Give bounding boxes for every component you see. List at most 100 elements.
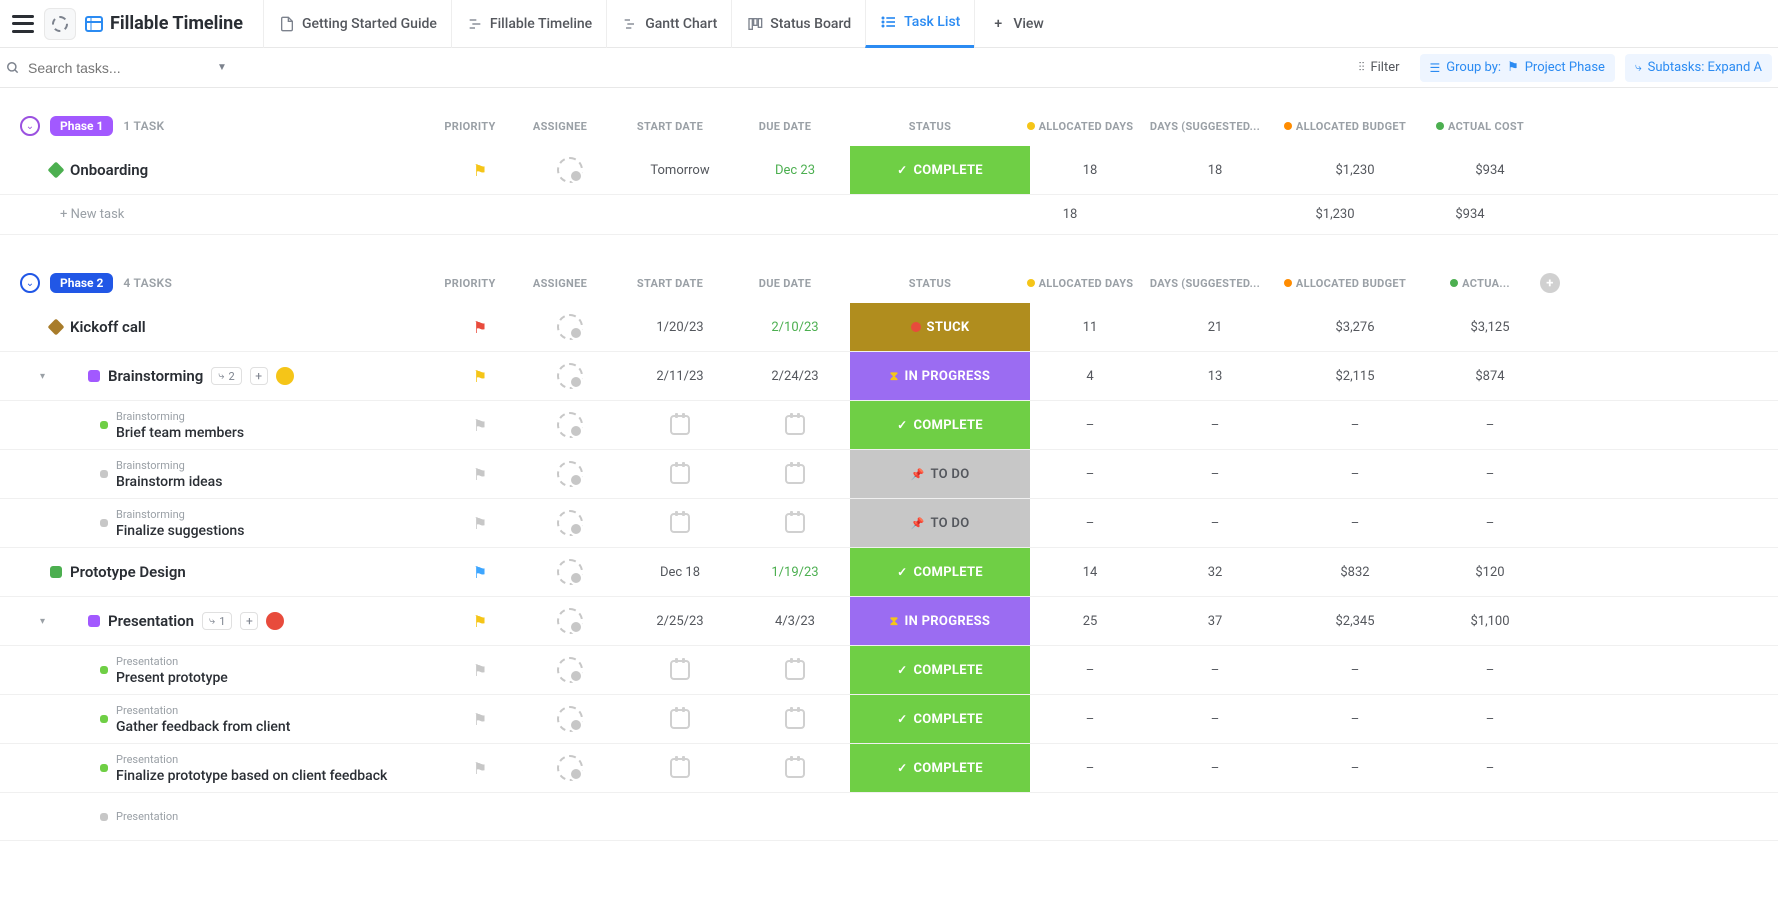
subtask-count-pill[interactable]: ⤷ 1 bbox=[202, 612, 232, 630]
collapse-group-button[interactable]: ⌄ bbox=[20, 116, 40, 136]
status-cell[interactable]: ⧗IN PROGRESS bbox=[850, 597, 1030, 645]
filter-button[interactable]: ⫶⫶ Filter bbox=[1348, 54, 1409, 82]
new-task-row[interactable]: + New task18$1,230$934 bbox=[0, 195, 1778, 235]
table-cell[interactable]: – bbox=[1430, 450, 1550, 498]
table-cell[interactable]: – bbox=[1280, 646, 1430, 694]
column-header[interactable]: STATUS bbox=[840, 277, 1020, 290]
table-cell[interactable] bbox=[520, 499, 620, 547]
status-cell[interactable]: ✓COMPLETE bbox=[850, 548, 1030, 596]
table-cell[interactable] bbox=[500, 207, 600, 222]
add-subtask-button[interactable]: + bbox=[240, 612, 258, 630]
table-cell[interactable]: 18 bbox=[1150, 146, 1280, 194]
column-header[interactable]: DUE DATE bbox=[730, 120, 840, 133]
priority-flag-icon[interactable]: ⚑ bbox=[473, 514, 487, 533]
view-tab[interactable]: Gantt Chart bbox=[606, 0, 731, 48]
table-cell[interactable] bbox=[520, 401, 620, 449]
table-cell[interactable] bbox=[520, 597, 620, 645]
date-empty-icon[interactable] bbox=[670, 660, 690, 680]
table-cell[interactable]: ⚑ bbox=[440, 146, 520, 194]
table-cell[interactable]: $2,345 bbox=[1280, 597, 1430, 645]
task-main[interactable]: BrainstormingBrainstorm ideas bbox=[20, 455, 440, 494]
table-cell[interactable] bbox=[1550, 548, 1570, 596]
search-input[interactable] bbox=[28, 60, 209, 76]
view-tab[interactable]: Fillable Timeline bbox=[451, 0, 606, 48]
table-cell[interactable]: $832 bbox=[1280, 548, 1430, 596]
table-cell[interactable]: – bbox=[1030, 646, 1150, 694]
table-cell[interactable]: – bbox=[1280, 401, 1430, 449]
table-cell[interactable] bbox=[740, 695, 850, 743]
table-cell[interactable]: – bbox=[1430, 646, 1550, 694]
expand-chevron-icon[interactable]: ▾ bbox=[40, 616, 50, 627]
status-cell[interactable]: ⧗IN PROGRESS bbox=[850, 352, 1030, 400]
column-header[interactable]: ALLOCATED DAYS bbox=[1020, 120, 1140, 133]
table-cell[interactable]: – bbox=[1030, 401, 1150, 449]
task-main[interactable]: ▾Presentation⤷ 1+ bbox=[20, 612, 440, 630]
table-cell[interactable]: – bbox=[1150, 450, 1280, 498]
status-cell[interactable]: ✓COMPLETE bbox=[850, 744, 1030, 792]
table-cell[interactable] bbox=[740, 401, 850, 449]
table-cell[interactable] bbox=[740, 450, 850, 498]
table-cell[interactable]: $1,100 bbox=[1430, 597, 1550, 645]
table-cell[interactable] bbox=[1550, 499, 1570, 547]
table-cell[interactable]: 13 bbox=[1150, 352, 1280, 400]
assignee-avatar[interactable] bbox=[557, 157, 583, 183]
column-header[interactable]: START DATE bbox=[610, 277, 730, 290]
priority-flag-icon[interactable]: ⚑ bbox=[473, 416, 487, 435]
priority-flag-icon[interactable]: ⚑ bbox=[473, 318, 487, 337]
task-main[interactable]: PresentationPresent prototype bbox=[20, 651, 440, 690]
column-header[interactable]: DAYS (SUGGESTED... bbox=[1140, 120, 1270, 133]
table-cell[interactable] bbox=[740, 744, 850, 792]
table-cell[interactable]: – bbox=[1280, 695, 1430, 743]
table-cell[interactable]: – bbox=[1030, 744, 1150, 792]
priority-flag-icon[interactable]: ⚑ bbox=[473, 563, 487, 582]
table-cell[interactable]: 11 bbox=[1030, 303, 1150, 351]
assignee-avatar[interactable] bbox=[557, 363, 583, 389]
table-cell[interactable] bbox=[620, 695, 740, 743]
table-cell[interactable]: 4/3/23 bbox=[740, 597, 850, 645]
column-header[interactable]: ASSIGNEE bbox=[510, 277, 610, 290]
table-cell[interactable] bbox=[1550, 744, 1570, 792]
column-header[interactable]: PRIORITY bbox=[430, 120, 510, 133]
table-cell[interactable]: $120 bbox=[1430, 548, 1550, 596]
task-main[interactable]: BrainstormingBrief team members bbox=[20, 406, 440, 445]
priority-flag-icon[interactable]: ⚑ bbox=[473, 465, 487, 484]
table-cell[interactable]: $934 bbox=[1410, 207, 1530, 222]
status-cell[interactable]: ✓COMPLETE bbox=[850, 146, 1030, 194]
table-cell[interactable]: – bbox=[1150, 646, 1280, 694]
add-column-button[interactable]: + bbox=[1540, 273, 1560, 293]
table-cell[interactable] bbox=[520, 450, 620, 498]
table-cell[interactable]: 18 bbox=[1010, 207, 1130, 222]
table-cell[interactable]: Tomorrow bbox=[620, 146, 740, 194]
assignee-avatar[interactable] bbox=[557, 314, 583, 340]
date-empty-icon[interactable] bbox=[670, 513, 690, 533]
date-empty-icon[interactable] bbox=[670, 758, 690, 778]
phase-badge[interactable]: Phase 2 bbox=[50, 273, 113, 293]
table-cell[interactable]: $2,115 bbox=[1280, 352, 1430, 400]
view-tab[interactable]: Getting Started Guide bbox=[263, 0, 451, 48]
status-cell[interactable]: ✓COMPLETE bbox=[850, 401, 1030, 449]
table-cell[interactable]: ⚑ bbox=[440, 695, 520, 743]
table-cell[interactable]: $874 bbox=[1430, 352, 1550, 400]
assignee-avatar[interactable] bbox=[557, 706, 583, 732]
table-cell[interactable]: Dec 23 bbox=[740, 146, 850, 194]
status-cell[interactable]: ✓COMPLETE bbox=[850, 695, 1030, 743]
date-empty-icon[interactable] bbox=[785, 513, 805, 533]
date-empty-icon[interactable] bbox=[785, 464, 805, 484]
table-cell[interactable]: 1/20/23 bbox=[620, 303, 740, 351]
table-cell[interactable]: Dec 18 bbox=[620, 548, 740, 596]
chevron-down-icon[interactable]: ▼ bbox=[217, 62, 227, 73]
assignee-avatar[interactable] bbox=[557, 412, 583, 438]
table-cell[interactable] bbox=[740, 499, 850, 547]
table-cell[interactable]: ⚑ bbox=[440, 450, 520, 498]
table-cell[interactable] bbox=[830, 207, 1010, 222]
column-header[interactable]: ACTUAL COST bbox=[1420, 120, 1540, 133]
loading-button[interactable] bbox=[44, 8, 76, 40]
date-empty-icon[interactable] bbox=[670, 415, 690, 435]
table-cell[interactable]: ⚑ bbox=[440, 744, 520, 792]
table-cell[interactable]: ⚑ bbox=[440, 352, 520, 400]
priority-flag-icon[interactable]: ⚑ bbox=[473, 367, 487, 386]
date-empty-icon[interactable] bbox=[785, 758, 805, 778]
add-view-tab[interactable]: +View bbox=[974, 0, 1058, 48]
phase-badge[interactable]: Phase 1 bbox=[50, 116, 113, 136]
status-cell[interactable]: STUCK bbox=[850, 303, 1030, 351]
